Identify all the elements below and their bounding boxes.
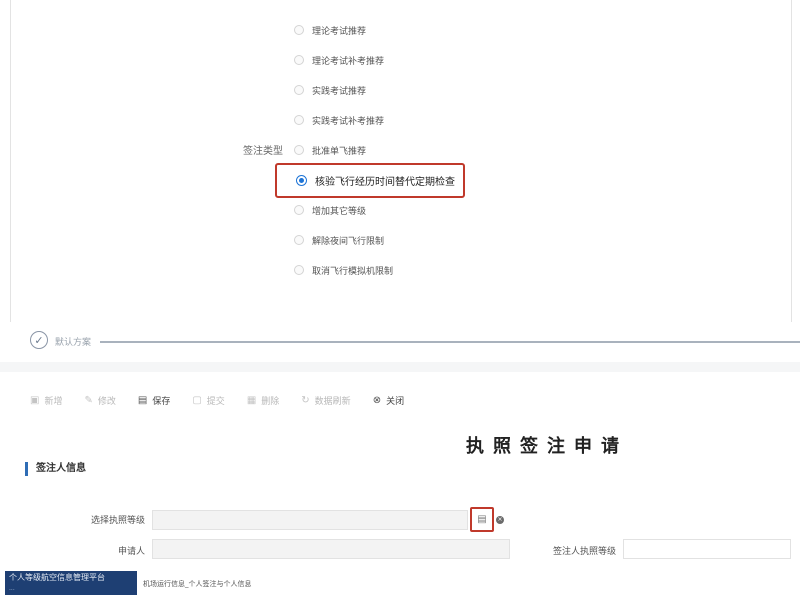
toolbar: ▣ 新增 ✎ 修改 ▤ 保存 ▢ 提交 ▦ 删除 ↻ 数据刷新 ⊗ 关闭 bbox=[30, 391, 426, 409]
close-button[interactable]: ⊗ 关闭 bbox=[373, 394, 404, 407]
radio-practical-exam-recommend[interactable]: 实践考试推荐 bbox=[294, 81, 366, 99]
radio-label: 理论考试推荐 bbox=[312, 26, 367, 37]
radio-label: 取消飞行模拟机限制 bbox=[312, 266, 394, 277]
close-icon: ⊗ bbox=[372, 394, 382, 406]
radio-circle[interactable] bbox=[294, 235, 304, 245]
radio-label: 批准单飞推荐 bbox=[312, 146, 367, 157]
radio-add-rating[interactable]: 增加其它等级 bbox=[294, 201, 366, 219]
select-license-input[interactable] bbox=[152, 510, 468, 530]
refresh-icon: ↻ bbox=[301, 394, 310, 406]
submit-icon: ▢ bbox=[192, 394, 202, 406]
radio-label: 理论考试补考推荐 bbox=[312, 56, 385, 67]
footer-logo-banner: 个人等级航空信息管理平台 ... bbox=[5, 571, 137, 595]
radio-practical-retake-recommend[interactable]: 实践考试补考推荐 bbox=[294, 111, 384, 129]
radio-circle[interactable] bbox=[294, 85, 304, 95]
submit-button[interactable]: ▢ 提交 bbox=[192, 394, 224, 407]
endorsement-type-label: 签注类型 bbox=[243, 146, 283, 157]
radio-label: 实践考试推荐 bbox=[312, 86, 367, 97]
radio-theory-exam-recommend[interactable]: 理论考试推荐 bbox=[294, 21, 366, 39]
radio-circle-selected[interactable] bbox=[296, 174, 307, 186]
radio-label: 增加其它等级 bbox=[312, 206, 367, 217]
endorser-license-label: 签注人执照等级 bbox=[552, 547, 616, 557]
radio-verify-flight-time[interactable]: 核验飞行经历时间替代定期检查 bbox=[296, 171, 455, 189]
step-progress-line bbox=[100, 341, 800, 343]
new-icon: ▣ bbox=[30, 394, 40, 406]
save-button[interactable]: ▤ 保存 bbox=[138, 394, 170, 407]
radio-label: 解除夜间飞行限制 bbox=[312, 236, 385, 247]
radio-circle[interactable] bbox=[294, 115, 304, 125]
workflow-step: ✓ 默认方案 bbox=[30, 330, 800, 354]
radio-label: 实践考试补考推荐 bbox=[312, 116, 385, 127]
new-button[interactable]: ▣ 新增 bbox=[30, 394, 62, 407]
clear-icon[interactable]: × bbox=[496, 516, 504, 524]
endorser-license-input[interactable] bbox=[623, 539, 791, 559]
section-header: 签注人信息 bbox=[25, 462, 86, 476]
select-license-picker-button[interactable]: ▤ bbox=[470, 507, 494, 532]
select-license-label: 选择执照等级 bbox=[90, 516, 145, 526]
edit-icon: ✎ bbox=[84, 394, 93, 406]
section-divider bbox=[0, 362, 800, 372]
endorsement-type-panel: 签注类型 bbox=[10, 0, 792, 322]
delete-button[interactable]: ▦ 删除 bbox=[247, 394, 279, 407]
delete-icon: ▦ bbox=[246, 394, 257, 406]
edit-button[interactable]: ✎ 修改 bbox=[84, 394, 115, 407]
radio-solo-flight-recommend[interactable]: 批准单飞推荐 bbox=[294, 141, 366, 159]
radio-circle[interactable] bbox=[294, 145, 304, 155]
radio-theory-retake-recommend[interactable]: 理论考试补考推荐 bbox=[294, 51, 384, 69]
applicant-input[interactable] bbox=[152, 539, 510, 559]
refresh-button[interactable]: ↻ 数据刷新 bbox=[301, 394, 350, 407]
step-label: 默认方案 bbox=[55, 338, 92, 348]
form-title: 执照签注申请 bbox=[466, 436, 628, 457]
save-icon: ▤ bbox=[137, 394, 148, 406]
radio-circle[interactable] bbox=[294, 55, 304, 65]
radio-circle[interactable] bbox=[294, 205, 304, 215]
radio-circle[interactable] bbox=[294, 265, 304, 275]
radio-lift-night-restriction[interactable]: 解除夜间飞行限制 bbox=[294, 231, 384, 249]
radio-circle[interactable] bbox=[294, 25, 304, 35]
footer-note: 机场运行信息_个人签注与个人信息 bbox=[143, 580, 252, 588]
applicant-label: 申请人 bbox=[117, 547, 145, 557]
radio-label: 核验飞行经历时间替代定期检查 bbox=[315, 176, 455, 188]
check-circle-icon: ✓ bbox=[30, 331, 48, 349]
radio-cancel-simulator-restriction[interactable]: 取消飞行模拟机限制 bbox=[294, 261, 393, 279]
list-icon: ▤ bbox=[477, 514, 487, 525]
